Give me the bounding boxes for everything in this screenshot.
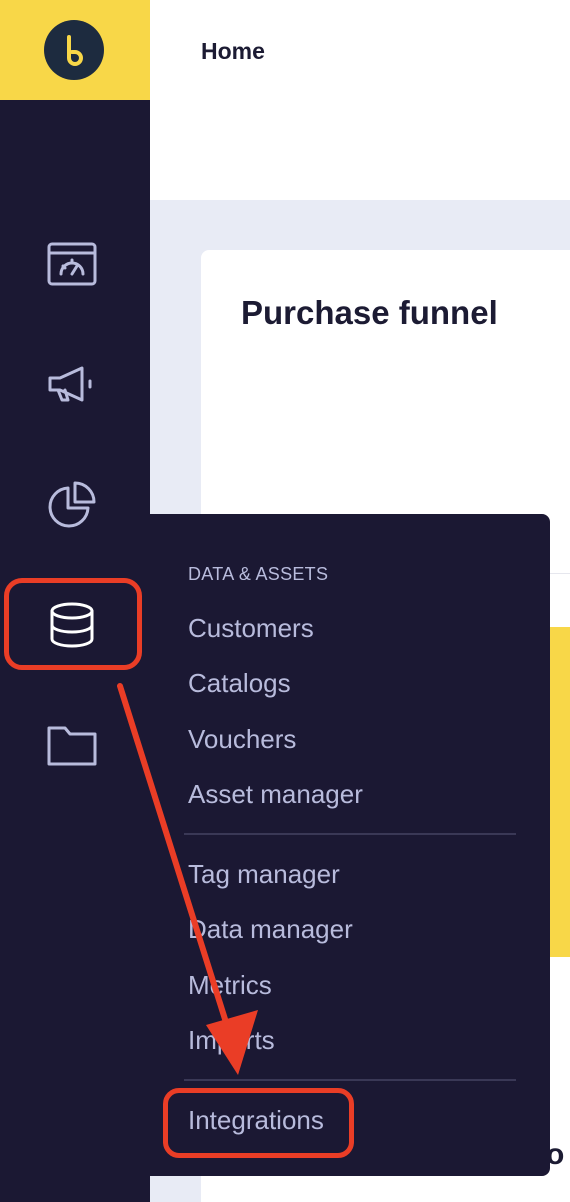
menu-divider [184, 833, 516, 835]
menu-divider [184, 1079, 516, 1081]
menu-item-data-manager[interactable]: Data manager [188, 914, 353, 945]
menu-item-metrics[interactable]: Metrics [188, 970, 272, 1001]
menu-item-tag-manager[interactable]: Tag manager [188, 859, 340, 890]
menu-item-asset-manager[interactable]: Asset manager [188, 779, 363, 810]
pie-chart-icon[interactable] [44, 476, 100, 532]
dashboard-icon[interactable] [44, 236, 100, 292]
top-header: Home [150, 0, 570, 200]
menu-item-catalogs[interactable]: Catalogs [188, 668, 291, 699]
folder-icon[interactable] [44, 716, 100, 772]
page-title: Home [201, 38, 265, 64]
integrations-highlight-box [163, 1088, 354, 1158]
menu-heading: DATA & ASSETS [188, 564, 329, 584]
data-assets-menu: DATA & ASSETS Customers Catalogs Voucher… [150, 514, 550, 1176]
menu-item-imports[interactable]: Imports [188, 1025, 275, 1056]
logo-area[interactable] [0, 0, 150, 100]
card-title: Purchase funnel [241, 294, 498, 331]
megaphone-icon[interactable] [44, 356, 100, 412]
menu-item-customers[interactable]: Customers [188, 613, 314, 644]
database-highlight-box [4, 578, 142, 670]
logo-icon[interactable] [44, 20, 104, 80]
menu-item-vouchers[interactable]: Vouchers [188, 724, 296, 755]
